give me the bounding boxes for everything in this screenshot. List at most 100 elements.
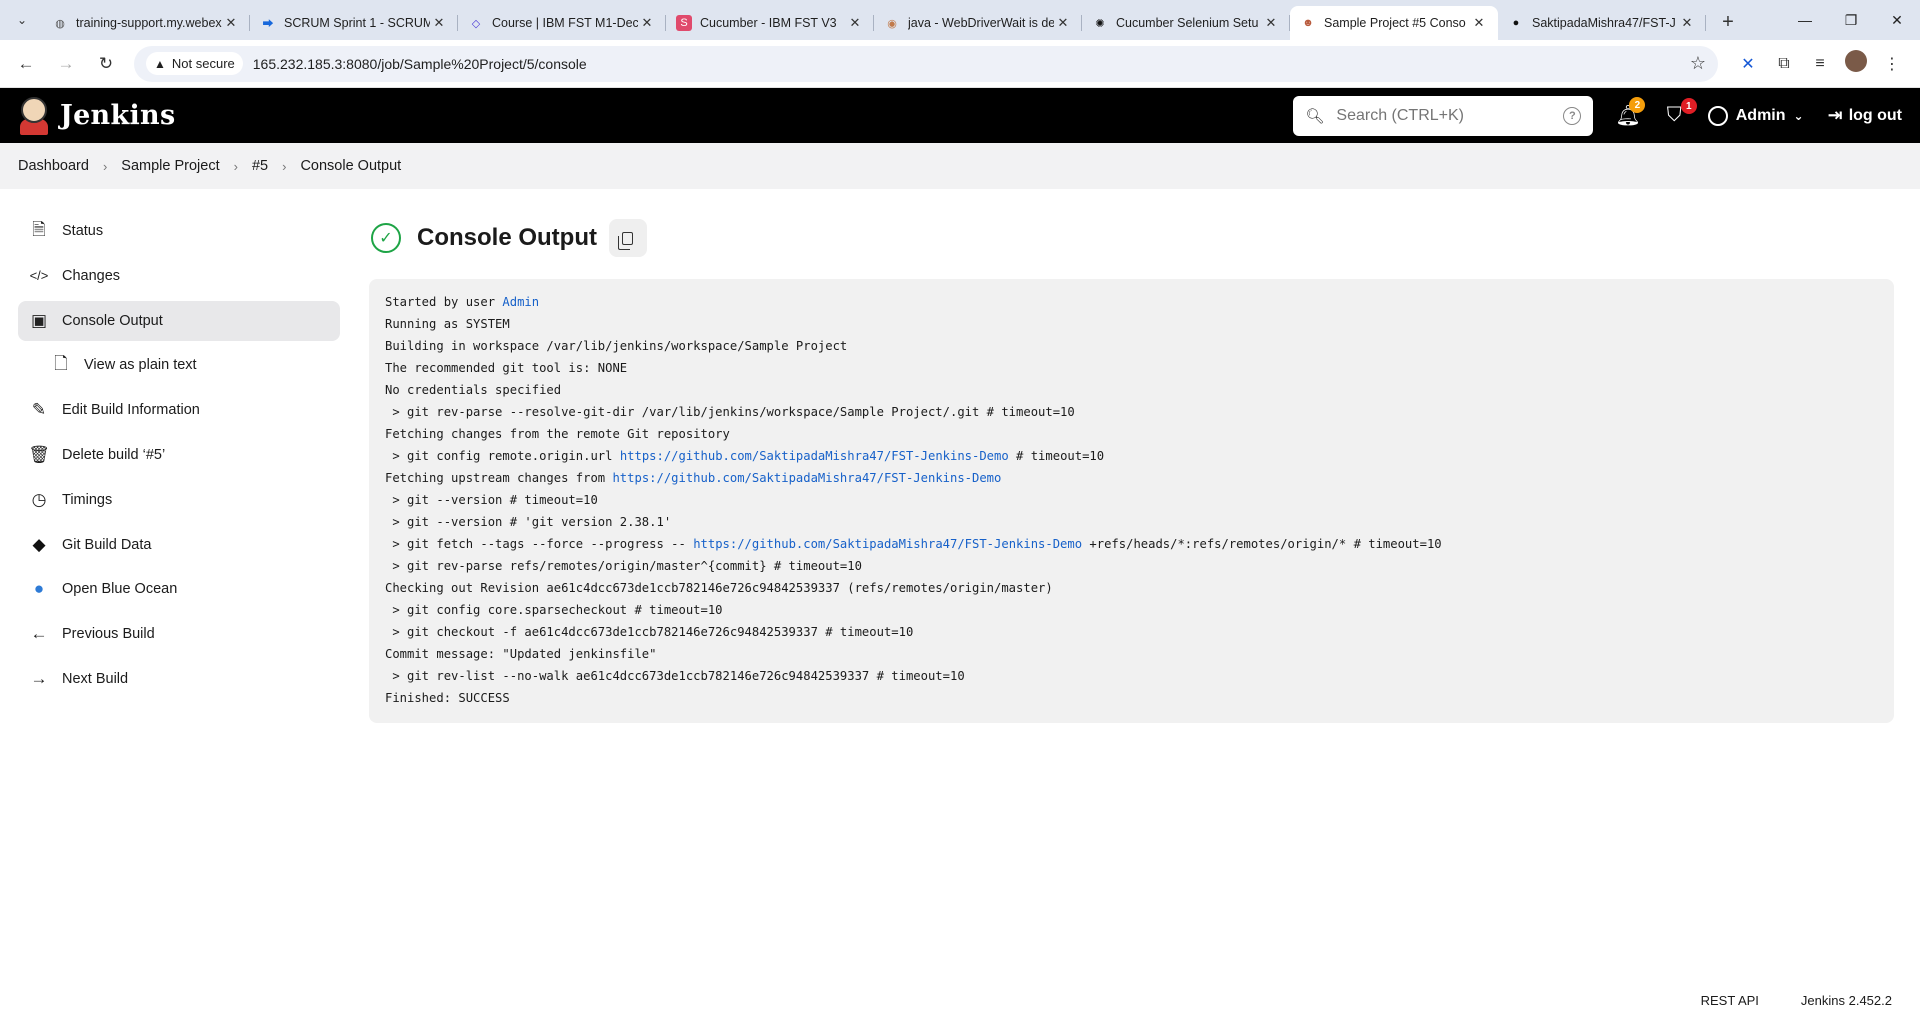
close-tab-icon[interactable]: ✕ <box>1262 15 1280 31</box>
sidebar-item-label: Edit Build Information <box>62 402 200 419</box>
sidebar-item-timings[interactable]: ◷ Timings <box>18 480 340 520</box>
breadcrumb-item[interactable]: Sample Project <box>121 158 219 174</box>
logout-label: log out <box>1848 106 1902 124</box>
jira-icon: ⮕ <box>262 18 274 30</box>
console-line: Started by user Admin <box>385 295 540 309</box>
search-icon: 🔍︎ <box>1305 107 1325 125</box>
toolbar-extensions: ✕ ⧉ ≡ ⋮ <box>1730 50 1910 77</box>
sidebar-item-changes[interactable]: </> Changes <box>18 256 340 296</box>
user-name: Admin <box>1735 106 1786 124</box>
console-link[interactable]: https://github.com/SaktipadaMishra47/FST… <box>620 449 1009 463</box>
browser-tab[interactable]: ⮕ SCRUM Sprint 1 - SCRUM ✕ <box>250 6 458 40</box>
sidebar-item-open-blue-ocean[interactable]: ● Open Blue Ocean <box>18 569 340 609</box>
breadcrumb-chevron-icon: › <box>102 158 108 174</box>
breadcrumb-item[interactable]: Console Output <box>300 158 401 174</box>
browser-menu-icon[interactable]: ⋮ <box>1874 54 1910 74</box>
restore-icon[interactable]: ❐ <box>1828 0 1874 40</box>
trash-icon: 🗑 <box>28 444 50 464</box>
chevron-down-icon: ⌄ <box>1793 108 1804 123</box>
sidebar-item-git-build-data[interactable]: ◆ Git Build Data <box>18 525 340 565</box>
tab-title: Cucumber Selenium Setu <box>1116 16 1259 30</box>
console-link[interactable]: Admin <box>502 295 539 309</box>
arrow-left-icon: ← <box>30 624 48 644</box>
browser-tab[interactable]: ✺ Cucumber Selenium Setu ✕ <box>1082 6 1290 40</box>
sidebar-item-console-output[interactable]: ▣ Console Output <box>18 300 340 341</box>
sidebar: 🗎 Status </> Changes ▣ Console Output 🗋 View as… <box>18 189 340 723</box>
sidebar-item-label: Console Output <box>62 312 163 329</box>
jenkins-logo-link[interactable]: Jenkins <box>18 96 175 135</box>
not-secure-label: Not secure <box>171 56 235 71</box>
console-link[interactable]: https://github.com/SaktipadaMishra47/FST… <box>693 537 1082 551</box>
console-line: Building in workspace /var/lib/jenkins/w… <box>385 339 848 353</box>
logout-icon: ⇥ <box>1827 105 1843 125</box>
jenkins-icon: ☻ <box>1302 17 1314 29</box>
close-tab-icon[interactable]: ✕ <box>638 15 656 31</box>
close-tab-icon[interactable]: ✕ <box>222 15 240 31</box>
browser-tab[interactable]: ☻ Sample Project #5 Conso ✕ <box>1290 6 1498 40</box>
profile-avatar[interactable] <box>1838 50 1874 77</box>
forward-icon[interactable]: → <box>50 48 82 80</box>
tab-title: Cucumber - IBM FST V3 <box>700 16 837 30</box>
sidebar-item-previous-build[interactable]: ← Previous Build <box>18 614 340 654</box>
sidebar-item-delete-build-5[interactable]: 🗑 Delete build ‘#5’ <box>18 435 340 475</box>
breadcrumb-chevron-icon: › <box>282 158 287 174</box>
console-link[interactable]: https://github.com/SaktipadaMishra47/FST… <box>612 471 1001 485</box>
sidebar-item-label: Changes <box>62 267 121 284</box>
close-tab-icon[interactable]: ✕ <box>1678 15 1696 31</box>
back-icon[interactable]: ← <box>10 48 42 80</box>
github-icon: ● <box>1512 17 1520 29</box>
browser-tab[interactable]: ◉ java - WebDriverWait is de ✕ <box>874 6 1082 40</box>
stackoverflow-icon: ◉ <box>887 17 897 30</box>
url-text[interactable]: 165.232.185.3:8080/job/Sample%20Project/… <box>253 56 1690 72</box>
new-tab-plus-icon[interactable]: + <box>1714 8 1742 36</box>
minimize-icon[interactable]: — <box>1782 0 1828 40</box>
notifications-button[interactable]: 🔔︎ 2 <box>1615 97 1646 128</box>
security-button[interactable]: ⛉ 1 <box>1667 98 1697 127</box>
console-line: Checking out Revision ae61c4dcc673de1ccb… <box>385 581 1053 595</box>
rest-api-link[interactable]: REST API <box>1701 993 1759 1008</box>
breadcrumb-item[interactable]: #5 <box>252 158 268 174</box>
reload-icon[interactable]: ↻ <box>90 48 122 80</box>
browser-toolbar: ← → ↻ ▲ Not secure 165.232.185.3:8080/jo… <box>0 40 1920 88</box>
browser-tab[interactable]: ◍ training-support.my.webex ✕ <box>42 6 250 40</box>
sidebar-item-next-build[interactable]: → Next Build <box>18 659 340 699</box>
copy-icon <box>618 231 634 250</box>
extensions-puzzle-icon[interactable]: ⧉ <box>1766 55 1802 73</box>
globe-icon: ◍ <box>55 17 65 30</box>
tab-search-chevron-icon[interactable]: ⌄ <box>10 8 34 32</box>
sidebar-item-label: Previous Build <box>62 626 155 643</box>
browser-tab[interactable]: S Cucumber - IBM FST V3 ✕ <box>666 6 874 40</box>
console-line: Finished: SUCCESS <box>385 691 510 705</box>
console-line: Commit message: "Updated jenkinsfile" <box>385 647 657 661</box>
git-icon: ◆ <box>32 534 46 554</box>
search-box[interactable]: 🔍︎ ? <box>1293 95 1594 136</box>
close-tab-icon[interactable]: ✕ <box>1054 15 1072 31</box>
terminal-icon: ▣ <box>30 310 48 330</box>
jenkins-version-link[interactable]: Jenkins 2.452.2 <box>1801 993 1892 1008</box>
browser-tab[interactable]: ◇ Course | IBM FST M1-Dec ✕ <box>458 6 666 40</box>
address-bar[interactable]: ▲ Not secure 165.232.185.3:8080/job/Samp… <box>134 45 1718 82</box>
media-controls-icon[interactable]: ≡ <box>1802 55 1838 73</box>
close-tab-icon[interactable]: ✕ <box>430 15 448 31</box>
sidebar-item-status[interactable]: 🗎 Status <box>18 211 340 251</box>
breadcrumb-item[interactable]: Dashboard <box>18 158 89 174</box>
user-menu[interactable]: Admin ⌄ <box>1707 105 1804 126</box>
search-help-icon[interactable]: ? <box>1563 106 1582 125</box>
sidebar-item-view-as-plain-text[interactable]: 🗋 View as plain text <box>18 345 340 385</box>
success-check-icon: ✓ <box>371 223 401 253</box>
close-window-icon[interactable]: ✕ <box>1874 0 1920 40</box>
warning-icon: ▲ <box>154 56 166 71</box>
close-tab-icon[interactable]: ✕ <box>1470 15 1488 31</box>
not-secure-chip[interactable]: ▲ Not secure <box>146 52 243 75</box>
logout-link[interactable]: ⇥ log out <box>1828 105 1902 126</box>
clock-icon: ◷ <box>31 489 47 509</box>
search-input[interactable] <box>1336 106 1564 125</box>
sidebar-item-edit-build-information[interactable]: ✎ Edit Build Information <box>18 390 340 430</box>
copy-button[interactable] <box>608 219 647 257</box>
extension-x-icon[interactable]: ✕ <box>1730 54 1766 74</box>
console-line: The recommended git tool is: NONE <box>385 361 628 375</box>
close-tab-icon[interactable]: ✕ <box>846 15 864 31</box>
console-line: > git --version # 'git version 2.38.1' <box>385 515 672 529</box>
bookmark-star-icon[interactable]: ☆ <box>1690 53 1706 74</box>
browser-tab[interactable]: ● SaktipadaMishra47/FST-J ✕ <box>1498 6 1706 40</box>
